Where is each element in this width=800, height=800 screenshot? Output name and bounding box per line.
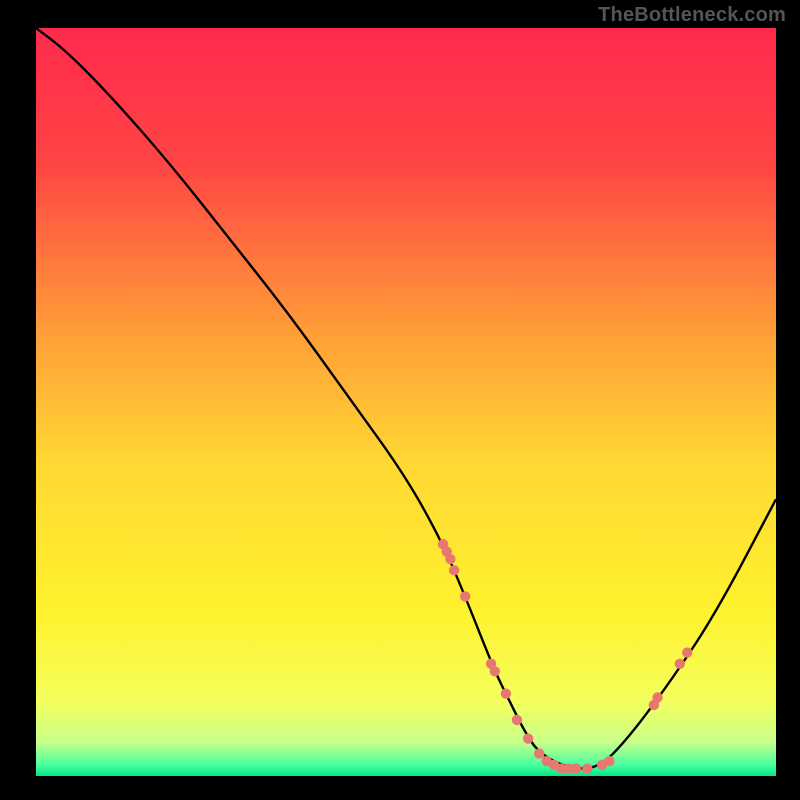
scatter-point <box>682 647 692 657</box>
bottleneck-plot <box>36 28 776 776</box>
scatter-point <box>582 763 592 773</box>
gradient-background <box>36 28 776 776</box>
scatter-point <box>460 591 470 601</box>
scatter-point <box>449 565 459 575</box>
scatter-point <box>512 715 522 725</box>
chart-container: TheBottleneck.com <box>0 0 800 800</box>
scatter-point <box>652 692 662 702</box>
scatter-point <box>490 666 500 676</box>
watermark-text: TheBottleneck.com <box>598 4 786 27</box>
scatter-point <box>571 763 581 773</box>
scatter-point <box>534 748 544 758</box>
scatter-point <box>675 659 685 669</box>
scatter-point <box>501 689 511 699</box>
scatter-point <box>445 554 455 564</box>
scatter-point <box>523 733 533 743</box>
scatter-point <box>604 756 614 766</box>
